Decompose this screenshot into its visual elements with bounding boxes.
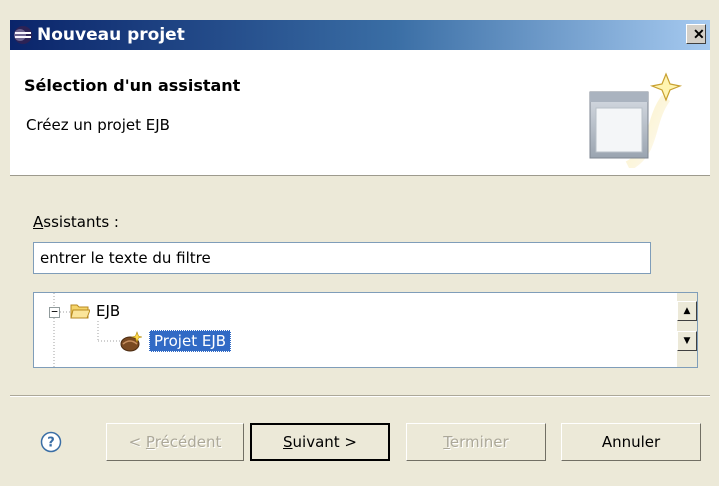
banner-heading: Sélection d'un assistant <box>24 76 241 95</box>
arrow-up-icon: ▲ <box>683 306 691 316</box>
wizards-label: Assistants : <box>33 213 119 231</box>
scroll-up-button[interactable]: ▲ <box>677 301 697 321</box>
title-bar[interactable]: Nouveau projet ✕ <box>10 20 710 50</box>
close-icon: ✕ <box>693 26 705 42</box>
next-button[interactable]: Suivant > <box>250 423 390 461</box>
filter-input[interactable] <box>33 242 651 274</box>
scroll-down-button[interactable]: ▼ <box>677 331 697 351</box>
previous-button[interactable]: < Précédent <box>106 423 244 461</box>
tree-node-ejb[interactable]: EJB <box>96 302 120 320</box>
vertical-scrollbar[interactable]: ▲ ▼ <box>677 293 697 367</box>
svg-text:?: ? <box>47 436 55 451</box>
window-title: Nouveau projet <box>37 25 185 45</box>
collapse-toggle[interactable]: − <box>49 306 60 318</box>
banner-description: Créez un projet EJB <box>26 116 170 134</box>
help-icon[interactable]: ? <box>40 431 62 453</box>
eclipse-icon <box>14 26 32 44</box>
new-wizard-icon <box>589 72 683 168</box>
close-button[interactable]: ✕ <box>686 24 706 44</box>
wizard-banner: Sélection d'un assistant Créez un projet… <box>10 50 710 176</box>
folder-open-icon <box>70 304 90 319</box>
wizard-tree[interactable]: − EJB Projet EJB ▲ ▼ <box>33 292 698 368</box>
ejb-project-icon <box>120 331 142 352</box>
new-project-dialog: Nouveau projet ✕ Sélection d'un assistan… <box>0 0 719 486</box>
tree-node-projet-ejb[interactable]: Projet EJB <box>149 330 232 352</box>
cancel-button[interactable]: Annuler <box>561 423 701 461</box>
finish-button[interactable]: Terminer <box>406 423 546 461</box>
footer-separator <box>10 395 710 397</box>
arrow-down-icon: ▼ <box>683 336 691 346</box>
